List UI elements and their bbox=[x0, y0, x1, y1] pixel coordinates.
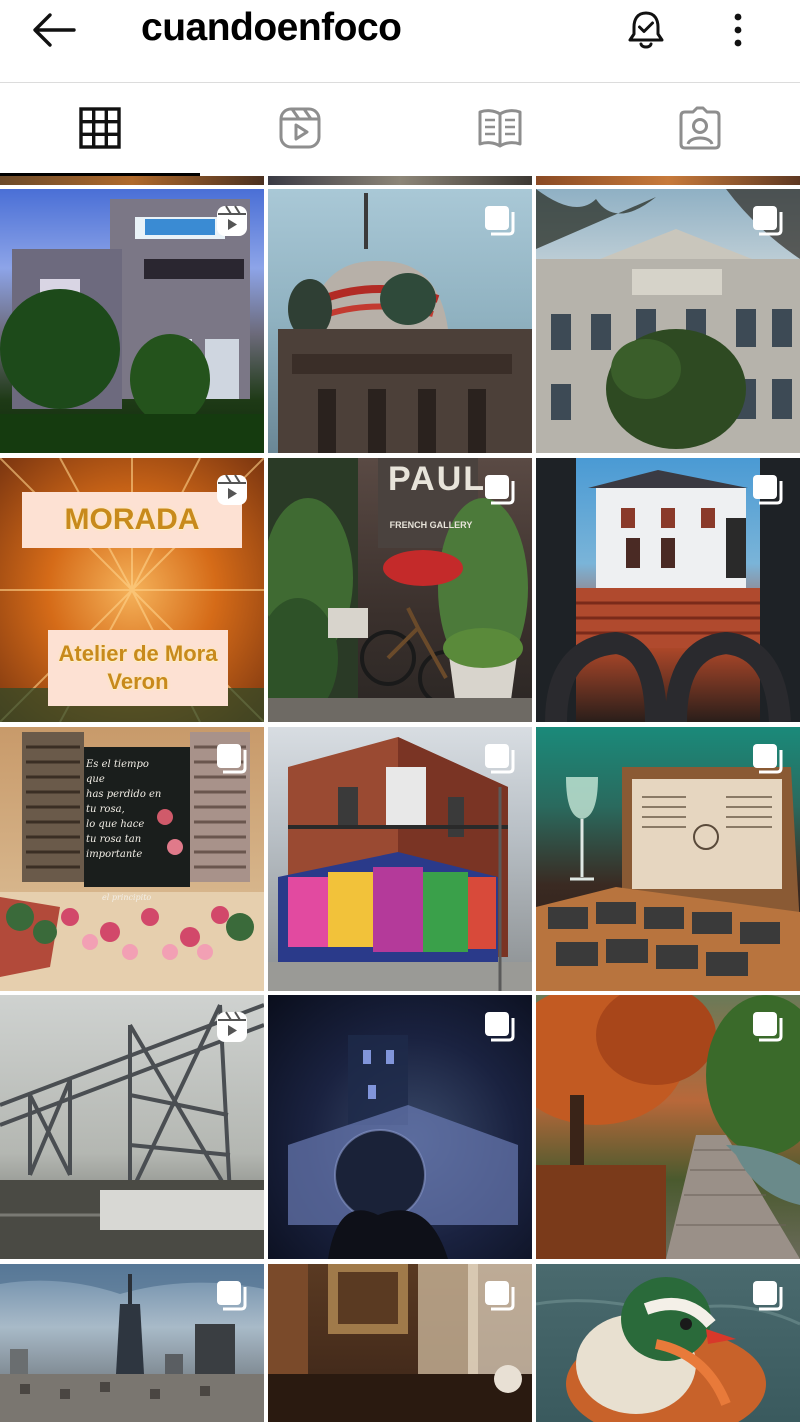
chalkboard-line: Es el tiempo que bbox=[86, 759, 149, 785]
chalkboard-line: importante bbox=[86, 849, 143, 860]
profile-username: cuandoenfoco bbox=[141, 6, 402, 49]
chalkboard-line: lo que hace bbox=[86, 819, 145, 830]
post-thumbnail[interactable] bbox=[536, 995, 800, 1259]
post-thumbnail[interactable] bbox=[0, 995, 264, 1259]
chalkboard-signature: el principito bbox=[102, 893, 152, 902]
multiple-photos-icon bbox=[753, 1281, 783, 1311]
multiple-photos-icon bbox=[753, 744, 783, 774]
multiple-photos-icon bbox=[485, 206, 515, 236]
shop-sign-subtext: FRENCH GALLERY bbox=[389, 520, 473, 530]
shop-sign-text: PAUL bbox=[388, 460, 487, 498]
chalkboard-line: tu rosa tan bbox=[86, 834, 142, 845]
multiple-photos-icon bbox=[485, 475, 515, 505]
post-thumbnail-partial[interactable] bbox=[268, 176, 532, 185]
post-thumbnail[interactable] bbox=[536, 727, 800, 991]
multiple-photos-icon bbox=[753, 206, 783, 236]
profile-tabs bbox=[0, 83, 800, 173]
post-thumbnail[interactable] bbox=[536, 1264, 800, 1422]
post-thumbnail[interactable]: MORADA Atelier de Mora Veron bbox=[0, 458, 264, 722]
arrow-left-icon bbox=[33, 13, 76, 47]
more-vertical-icon bbox=[734, 13, 742, 47]
post-thumbnail[interactable] bbox=[536, 458, 800, 722]
app-header: cuandoenfoco bbox=[0, 0, 800, 82]
multiple-photos-icon bbox=[753, 1012, 783, 1042]
grid-icon bbox=[79, 107, 121, 149]
post-thumbnail[interactable]: PAUL FRENCH GALLERY bbox=[268, 458, 532, 722]
post-subtitle-text: Atelier de Mora Veron bbox=[48, 630, 228, 706]
post-thumbnail[interactable] bbox=[536, 189, 800, 453]
multiple-photos-icon bbox=[753, 475, 783, 505]
post-thumbnail-partial[interactable] bbox=[536, 176, 800, 185]
tab-reels[interactable] bbox=[200, 83, 400, 173]
bell-check-icon bbox=[628, 11, 664, 49]
back-button[interactable] bbox=[26, 8, 82, 52]
multiple-photos-icon bbox=[485, 1012, 515, 1042]
tagged-person-icon bbox=[679, 106, 721, 150]
tab-grid[interactable] bbox=[0, 83, 200, 173]
post-thumbnail[interactable] bbox=[268, 995, 532, 1259]
reel-icon bbox=[217, 205, 247, 236]
post-title-text: MORADA bbox=[22, 492, 242, 548]
post-thumbnail[interactable] bbox=[268, 189, 532, 453]
multiple-photos-icon bbox=[217, 744, 247, 774]
multiple-photos-icon bbox=[485, 744, 515, 774]
multiple-photos-icon bbox=[485, 1281, 515, 1311]
multiple-photos-icon bbox=[217, 1281, 247, 1311]
reel-icon bbox=[217, 1011, 247, 1042]
post-thumbnail[interactable] bbox=[268, 1264, 532, 1422]
notifications-button[interactable] bbox=[620, 6, 672, 54]
reel-icon bbox=[217, 474, 247, 505]
chalkboard-line: has perdido en tu rosa, bbox=[86, 789, 162, 815]
post-thumbnail-partial[interactable] bbox=[0, 176, 264, 185]
post-thumbnail[interactable] bbox=[0, 1264, 264, 1422]
guide-book-icon bbox=[478, 109, 522, 148]
chalkboard-text: Es el tiempo que has perdido en tu rosa,… bbox=[86, 757, 170, 905]
tab-tagged[interactable] bbox=[600, 83, 800, 173]
tab-guides[interactable] bbox=[400, 83, 600, 173]
more-options-button[interactable] bbox=[716, 6, 760, 54]
post-thumbnail[interactable] bbox=[0, 189, 264, 453]
reels-icon bbox=[279, 107, 321, 149]
post-thumbnail[interactable] bbox=[268, 727, 532, 991]
post-thumbnail[interactable]: Es el tiempo que has perdido en tu rosa,… bbox=[0, 727, 264, 991]
